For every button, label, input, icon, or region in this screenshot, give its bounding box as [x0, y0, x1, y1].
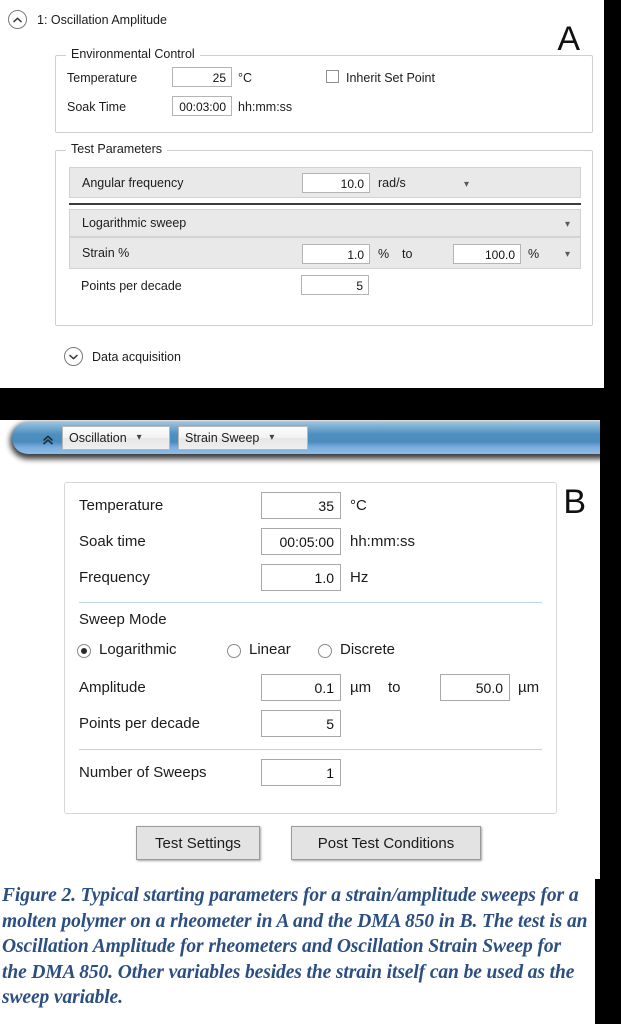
b-amplitude-end-input[interactable]: 50.0 — [440, 674, 510, 701]
chevron-down-circle-icon[interactable] — [64, 347, 83, 366]
section-divider — [69, 203, 581, 205]
tab-oscillation[interactable]: Oscillation ▾ — [62, 426, 170, 450]
b-soak-time-input[interactable]: 00:05:00 — [261, 528, 341, 555]
angular-frequency-row[interactable]: Angular frequency 10.0 rad/s ▾ — [69, 167, 581, 198]
radio-discrete-label: Discrete — [340, 641, 396, 658]
b-temperature-unit: °C — [350, 497, 367, 514]
strain-start-unit: % — [378, 247, 390, 261]
strain-row[interactable]: Strain % 1.0 % to 100.0 % ▾ — [69, 237, 581, 269]
strain-to-label: to — [402, 247, 413, 261]
test-parameters-group: Test Parameters Angular frequency 10.0 r… — [55, 142, 593, 326]
b-amplitude-start-input[interactable]: 0.1 — [261, 674, 341, 701]
b-soak-time-label: Soak time — [79, 533, 146, 550]
b-soak-time-unit: hh:mm:ss — [350, 533, 416, 550]
radio-linear-label: Linear — [249, 641, 291, 658]
double-chevron-up-icon[interactable] — [42, 433, 54, 445]
sweep-mode-heading: Sweep Mode — [79, 611, 167, 628]
card-divider-bottom — [79, 749, 542, 750]
panel-a-title: 1: Oscillation Amplitude — [37, 12, 167, 27]
points-per-decade-input[interactable]: 5 — [301, 275, 369, 295]
b-amplitude-end-unit: µm — [518, 679, 540, 696]
soak-time-input[interactable]: 00:03:00 — [172, 96, 232, 116]
tab-strain-sweep-chevron-down-icon[interactable]: ▾ — [269, 433, 274, 443]
figure-caption-text: Figure 2. Typical starting parameters fo… — [2, 885, 588, 1008]
radio-logarithmic[interactable] — [77, 644, 91, 658]
temperature-unit: °C — [238, 71, 253, 85]
radio-discrete[interactable] — [318, 644, 332, 658]
soak-time-label: Soak Time — [67, 100, 127, 114]
chevron-up-circle-icon[interactable] — [8, 10, 27, 29]
b-frequency-unit: Hz — [350, 569, 369, 586]
card-divider-top — [79, 602, 542, 603]
panel-a-step-header[interactable]: 1: Oscillation Amplitude — [8, 10, 167, 29]
angular-frequency-chevron-down-icon[interactable]: ▾ — [464, 180, 469, 190]
tab-strain-sweep-label: Strain Sweep — [185, 431, 260, 445]
panel-b-dma850-procedure: Oscillation ▾ Strain Sweep ▾ B Temperatu… — [0, 420, 600, 879]
tab-oscillation-label: Oscillation — [69, 431, 127, 445]
inherit-set-point-checkbox[interactable] — [326, 70, 339, 83]
angular-frequency-unit: rad/s — [378, 176, 406, 190]
temperature-label: Temperature — [67, 71, 138, 85]
plate-letter-b: B — [563, 483, 586, 521]
inherit-set-point-label: Inherit Set Point — [346, 71, 435, 85]
data-acquisition-section-toggle[interactable]: Data acquisition — [64, 347, 181, 366]
post-test-conditions-button[interactable]: Post Test Conditions — [291, 826, 481, 860]
b-frequency-label: Frequency — [79, 569, 150, 586]
b-amplitude-to-label: to — [388, 679, 401, 696]
b-points-per-decade-input[interactable]: 5 — [261, 710, 341, 737]
soak-time-unit: hh:mm:ss — [238, 100, 293, 114]
strain-label: Strain % — [82, 246, 130, 260]
procedure-tabbar: Oscillation ▾ Strain Sweep ▾ — [12, 422, 600, 454]
tab-strain-sweep[interactable]: Strain Sweep ▾ — [178, 426, 308, 450]
radio-linear[interactable] — [227, 644, 241, 658]
b-amplitude-start-unit: µm — [350, 679, 372, 696]
environmental-control-legend: Environmental Control — [66, 47, 200, 61]
b-temperature-label: Temperature — [79, 497, 164, 514]
angular-frequency-input[interactable]: 10.0 — [302, 173, 370, 193]
test-settings-button[interactable]: Test Settings — [136, 826, 260, 860]
strain-start-input[interactable]: 1.0 — [302, 244, 370, 264]
angular-frequency-label: Angular frequency — [82, 175, 184, 190]
dma-parameters-card: Temperature 35 °C Soak time 00:05:00 hh:… — [64, 482, 557, 814]
b-points-per-decade-label: Points per decade — [79, 715, 200, 732]
plate-letter-a: A — [557, 20, 580, 58]
environmental-control-group: Environmental Control Temperature 25 °C … — [55, 47, 593, 133]
b-number-of-sweeps-label: Number of Sweeps — [79, 764, 207, 781]
sweep-mode-combo[interactable]: Logarithmic sweep ▾ — [69, 209, 581, 237]
test-parameters-legend: Test Parameters — [66, 142, 168, 156]
temperature-input[interactable]: 25 — [172, 67, 232, 87]
tab-oscillation-chevron-down-icon[interactable]: ▾ — [137, 433, 142, 443]
radio-logarithmic-label: Logarithmic — [99, 641, 177, 658]
figure-caption-block: Figure 2. Typical starting parameters fo… — [0, 879, 595, 1024]
sweep-mode-chevron-down-icon[interactable]: ▾ — [565, 220, 570, 230]
b-temperature-input[interactable]: 35 — [261, 492, 341, 519]
b-amplitude-label: Amplitude — [79, 679, 146, 696]
points-per-decade-label: Points per decade — [81, 279, 182, 293]
data-acquisition-label: Data acquisition — [92, 349, 181, 364]
strain-end-input[interactable]: 100.0 — [453, 244, 521, 264]
strain-unit-chevron-down-icon[interactable]: ▾ — [565, 250, 570, 260]
panel-a-rheometer-procedure: 1: Oscillation Amplitude A Environmental… — [0, 0, 604, 388]
sweep-mode-value: Logarithmic sweep — [82, 216, 187, 230]
b-number-of-sweeps-input[interactable]: 1 — [261, 759, 341, 786]
b-frequency-input[interactable]: 1.0 — [261, 564, 341, 591]
strain-end-unit: % — [528, 247, 540, 261]
